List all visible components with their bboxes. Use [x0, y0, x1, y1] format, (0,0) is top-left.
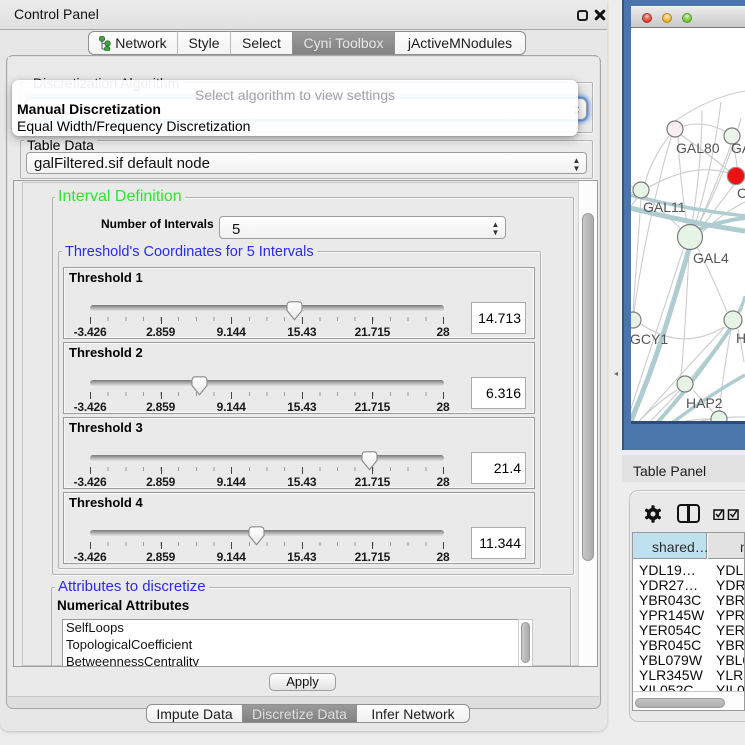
svg-text:GAL4: GAL4 — [693, 250, 729, 266]
svg-text:H: H — [736, 330, 745, 346]
svg-text:GAL11: GAL11 — [643, 199, 686, 215]
svg-text:C: C — [737, 185, 745, 201]
svg-text:HAP2: HAP2 — [686, 395, 723, 411]
svg-text:GAL80: GAL80 — [676, 140, 720, 156]
svg-text:GA: GA — [731, 140, 745, 156]
svg-text:GCY1: GCY1 — [631, 331, 668, 347]
